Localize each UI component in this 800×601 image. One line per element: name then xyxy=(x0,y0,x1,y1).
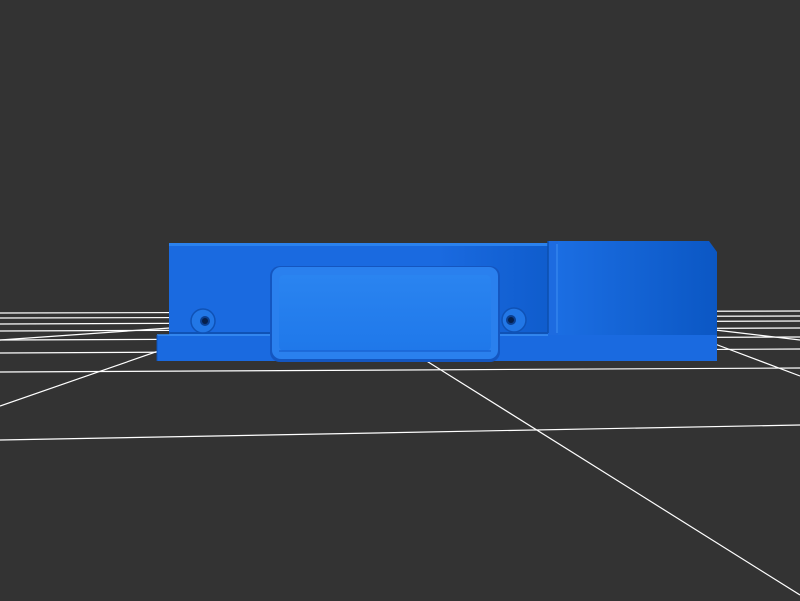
mounting-hole-right-icon xyxy=(501,307,527,333)
mounting-hole-left-icon xyxy=(190,308,216,334)
model-raised-panel xyxy=(270,266,500,362)
model-part[interactable] xyxy=(156,241,717,362)
model-top-edge xyxy=(169,243,552,246)
3d-viewport[interactable] xyxy=(0,0,800,601)
viewport-canvas[interactable] xyxy=(0,0,800,601)
